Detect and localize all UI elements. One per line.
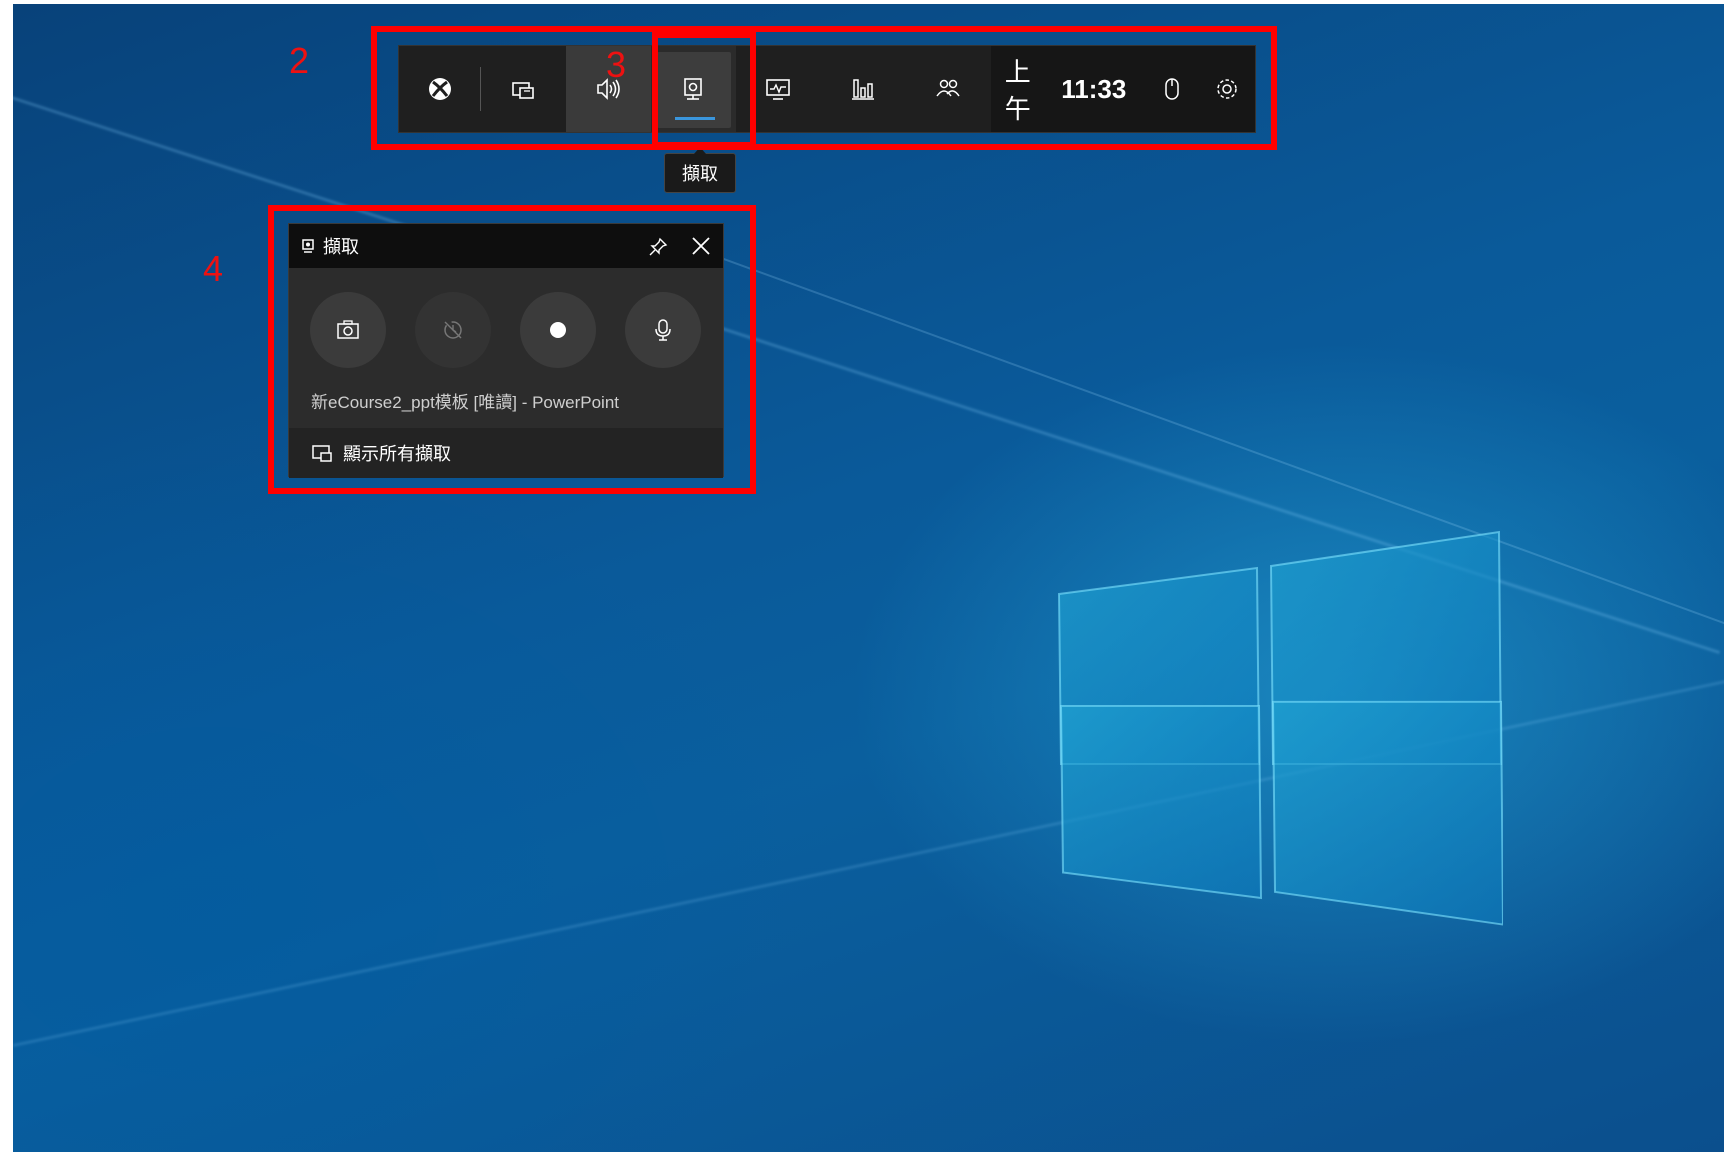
social-icon xyxy=(936,79,960,97)
audio-icon xyxy=(597,78,621,100)
tooltip-label: 擷取 xyxy=(682,164,718,184)
xbox-icon xyxy=(428,78,451,100)
annotation-label-2: 2 xyxy=(289,40,310,81)
annotation-box-4 xyxy=(268,205,756,494)
capture-tooltip: 擷取 xyxy=(664,147,736,193)
annotation-label-4: 4 xyxy=(203,248,224,289)
windows-logo-icon xyxy=(1057,530,1503,926)
resources-icon xyxy=(852,79,875,100)
mouse-icon xyxy=(1165,78,1179,100)
desktop-background xyxy=(13,4,1724,1152)
gear-icon xyxy=(1217,79,1238,99)
annotation-box-2 xyxy=(371,26,1277,150)
capture-icon xyxy=(684,78,703,100)
widget-menu-icon xyxy=(512,82,535,99)
performance-icon xyxy=(766,79,791,100)
